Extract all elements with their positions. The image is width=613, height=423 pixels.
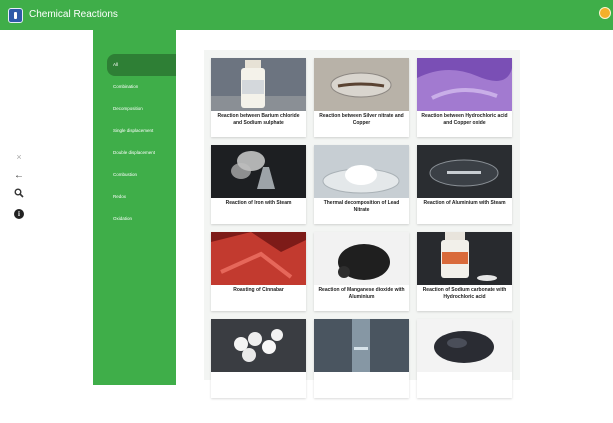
reaction-card[interactable]: Roasting of Cinnabar [211, 232, 306, 311]
sidebar-item-double-displacement[interactable]: Double displacement [107, 142, 176, 164]
reaction-card[interactable]: Thermal decomposition of Lead Nitrate [314, 145, 409, 224]
reaction-card[interactable]: Reaction between Barium chloride and Sod… [211, 58, 306, 137]
test-tube-image [314, 319, 409, 372]
sidebar-item-redox[interactable]: Redox [107, 186, 176, 208]
silver-nitrate-copper-image [314, 58, 409, 111]
sidebar-item-single-displacement[interactable]: Single displacement [107, 120, 176, 142]
reaction-caption: Thermal decomposition of Lead Nitrate [323, 200, 400, 213]
reaction-caption: Reaction of Aluminium with Steam [423, 200, 506, 206]
back-arrow-icon[interactable]: ← [12, 169, 26, 183]
app-logo-icon [8, 8, 23, 23]
sidebar-item-combustion[interactable]: Combustion [107, 164, 176, 186]
sidebar-item-oxidation[interactable]: Oxidation [107, 208, 176, 230]
manganese-dioxide-image [314, 232, 409, 285]
reaction-card[interactable] [211, 319, 306, 398]
lead-nitrate-image [314, 145, 409, 198]
close-icon[interactable]: × [12, 150, 26, 164]
dark-granules-image [417, 319, 512, 372]
sidebar-item-combination[interactable]: Combination [107, 76, 176, 98]
reaction-caption: Reaction of Manganese dioxide with Alumi… [318, 287, 405, 300]
info-icon-glyph: i [14, 209, 24, 219]
reaction-card[interactable]: Reaction between Hydrochloric acid and C… [417, 58, 512, 137]
reaction-card[interactable]: Reaction of Manganese dioxide with Alumi… [314, 232, 409, 311]
viewer-controls: × ← i [12, 150, 26, 226]
reaction-caption: Reaction between Hydrochloric acid and C… [421, 113, 508, 126]
aluminium-dish-image [417, 145, 512, 198]
top-app-bar: Chemical Reactions [0, 0, 613, 30]
sidebar-item-decomposition[interactable]: Decomposition [107, 98, 176, 120]
reaction-card[interactable] [417, 319, 512, 398]
reaction-card[interactable]: Reaction of Sodium carbonate with Hydroc… [417, 232, 512, 311]
app-window: Chemical Reactions × ← i All Combination… [0, 0, 613, 423]
reaction-card[interactable]: Reaction between Silver nitrate and Copp… [314, 58, 409, 137]
steam-flask-image [211, 145, 306, 198]
sidebar-item-all[interactable]: All [107, 54, 176, 76]
sodium-carbonate-image [417, 232, 512, 285]
reaction-caption: Reaction of Sodium carbonate with Hydroc… [422, 287, 507, 300]
reaction-caption: Reaction between Silver nitrate and Copp… [319, 113, 404, 126]
category-sidebar: All Combination Decomposition Single dis… [93, 30, 176, 385]
reaction-caption: Reaction of Iron with Steam [225, 200, 292, 206]
purple-solution-image [417, 58, 512, 111]
reaction-card[interactable] [314, 319, 409, 398]
reaction-card[interactable]: Reaction of Aluminium with Steam [417, 145, 512, 224]
category-menu: All Combination Decomposition Single dis… [107, 54, 176, 230]
reaction-card[interactable]: Reaction of Iron with Steam [211, 145, 306, 224]
avatar[interactable] [599, 7, 611, 19]
reaction-caption: Roasting of Cinnabar [233, 287, 284, 293]
reaction-grid-panel: Reaction between Barium chloride and Sod… [204, 50, 520, 398]
cinnabar-image [211, 232, 306, 285]
barium-chloride-bottle-image [211, 58, 306, 111]
white-pellets-image [211, 319, 306, 372]
search-icon[interactable] [12, 188, 26, 202]
reaction-caption: Reaction between Barium chloride and Sod… [217, 113, 300, 126]
info-icon[interactable]: i [12, 207, 26, 221]
app-title: Chemical Reactions [29, 9, 118, 20]
